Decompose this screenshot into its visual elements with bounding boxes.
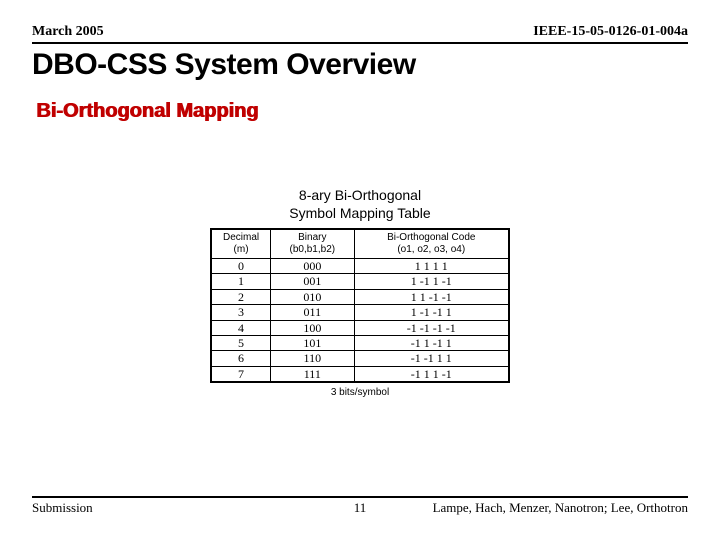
table-row: 0 000 1 1 1 1 xyxy=(211,259,509,274)
cell-code: 1 -1 1 -1 xyxy=(354,274,509,289)
col-header-decimal: Decimal (m) xyxy=(211,229,271,259)
cell-bin: 000 xyxy=(271,259,354,274)
cell-bin: 100 xyxy=(271,320,354,335)
cell-bin: 110 xyxy=(271,351,354,366)
footer-authors: Lampe, Hach, Menzer, Nanotron; Lee, Orth… xyxy=(433,500,688,516)
cell-dec: 5 xyxy=(211,335,271,350)
table-note: 3 bits/symbol xyxy=(210,387,510,398)
header-row: March 2005 IEEE-15-05-0126-01-004a xyxy=(32,24,688,44)
table-row: 5 101 -1 1 -1 1 xyxy=(211,335,509,350)
section-title: Bi-Orthogonal Mapping xyxy=(36,100,688,123)
cell-code: -1 -1 -1 -1 xyxy=(354,320,509,335)
table-body: 0 000 1 1 1 1 1 001 1 -1 1 -1 2 010 1 1 … xyxy=(211,259,509,383)
cell-dec: 6 xyxy=(211,351,271,366)
cell-bin: 111 xyxy=(271,366,354,382)
table-row: 6 110 -1 -1 1 1 xyxy=(211,351,509,366)
col-header-binary: Binary (b0,b1,b2) xyxy=(271,229,354,259)
cell-bin: 011 xyxy=(271,305,354,320)
header-docnum: IEEE-15-05-0126-01-004a xyxy=(533,24,688,40)
table-row: 2 010 1 1 -1 -1 xyxy=(211,289,509,304)
cell-code: 1 -1 -1 1 xyxy=(354,305,509,320)
cell-dec: 1 xyxy=(211,274,271,289)
cell-dec: 0 xyxy=(211,259,271,274)
table-row: 4 100 -1 -1 -1 -1 xyxy=(211,320,509,335)
table-row: 7 111 -1 1 1 -1 xyxy=(211,366,509,382)
mapping-table-container: 8-ary Bi-Orthogonal Symbol Mapping Table… xyxy=(210,187,510,398)
cell-code: 1 1 1 1 xyxy=(354,259,509,274)
table-header-row: Decimal (m) Binary (b0,b1,b2) Bi-Orthogo… xyxy=(211,229,509,259)
cell-code: 1 1 -1 -1 xyxy=(354,289,509,304)
mapping-table: Decimal (m) Binary (b0,b1,b2) Bi-Orthogo… xyxy=(210,228,510,383)
cell-dec: 7 xyxy=(211,366,271,382)
table-caption-line2: Symbol Mapping Table xyxy=(289,205,430,221)
cell-dec: 3 xyxy=(211,305,271,320)
footer-row: Submission 11 Lampe, Hach, Menzer, Nanot… xyxy=(32,496,688,516)
table-row: 1 001 1 -1 1 -1 xyxy=(211,274,509,289)
cell-dec: 2 xyxy=(211,289,271,304)
cell-code: -1 1 -1 1 xyxy=(354,335,509,350)
table-row: 3 011 1 -1 -1 1 xyxy=(211,305,509,320)
cell-dec: 4 xyxy=(211,320,271,335)
cell-bin: 010 xyxy=(271,289,354,304)
col-header-code: Bi-Orthogonal Code (o1, o2, o3, o4) xyxy=(354,229,509,259)
page-title: DBO-CSS System Overview xyxy=(32,48,688,82)
cell-bin: 001 xyxy=(271,274,354,289)
header-date: March 2005 xyxy=(32,24,104,40)
cell-code: -1 1 1 -1 xyxy=(354,366,509,382)
cell-bin: 101 xyxy=(271,335,354,350)
table-caption: 8-ary Bi-Orthogonal Symbol Mapping Table xyxy=(210,187,510,222)
table-caption-line1: 8-ary Bi-Orthogonal xyxy=(299,187,421,203)
cell-code: -1 -1 1 1 xyxy=(354,351,509,366)
footer-left: Submission xyxy=(32,500,93,516)
